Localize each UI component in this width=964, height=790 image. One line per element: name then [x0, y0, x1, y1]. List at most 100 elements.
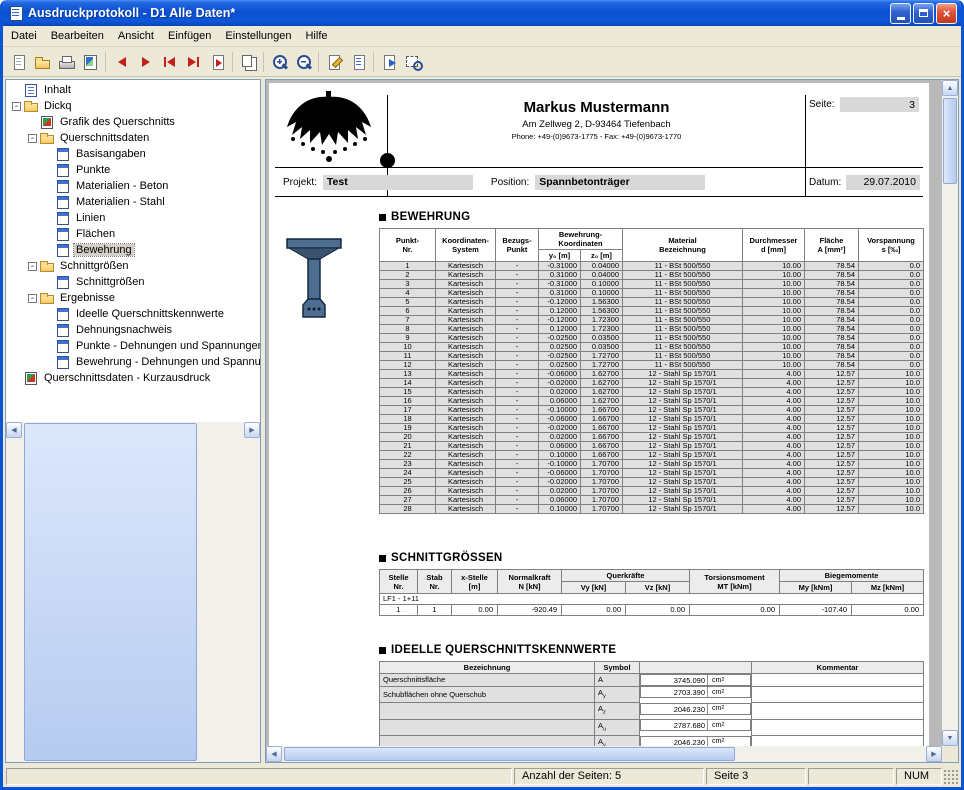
cell: 10 [380, 343, 436, 352]
cell: - [496, 451, 539, 460]
cell: 7 [380, 316, 436, 325]
cell: 0.12000 [539, 325, 581, 334]
preview-h-scrollbar[interactable]: ◀ ▶ [266, 746, 942, 762]
cell: 12 - Stahl Sp 1570/1 [623, 433, 743, 442]
preview-v-scrollbar[interactable]: ▲ ▼ [942, 80, 958, 746]
cell: Kartesisch [436, 406, 496, 415]
tree-item-basisangaben[interactable]: Basisangaben [6, 146, 260, 162]
tree-item-ergebnisse[interactable]: -Ergebnisse [6, 290, 260, 306]
page-prev-button[interactable] [109, 50, 133, 73]
tree-item-materialien-beton[interactable]: Materialien - Beton [6, 178, 260, 194]
cell: 4.00 [743, 487, 805, 496]
tree-item-querschnittsdaten-kurzausdruck[interactable]: Querschnittsdaten - Kurzausdruck [6, 370, 260, 386]
cell: 12 - Stahl Sp 1570/1 [623, 379, 743, 388]
cell: 11 - BSt 500/550 [623, 325, 743, 334]
tree-h-scrollbar[interactable]: ◀ ▶ [6, 422, 260, 762]
cell: - [496, 370, 539, 379]
cell: 10.00 [743, 325, 805, 334]
page-goto-button[interactable] [205, 50, 229, 73]
zoom-in-button[interactable] [267, 50, 291, 73]
scroll-right-button[interactable]: ▶ [926, 746, 942, 762]
menu-item-einstellungen[interactable]: Einstellungen [218, 27, 298, 45]
print-button[interactable] [54, 50, 78, 73]
scroll-left-button[interactable]: ◀ [6, 422, 22, 438]
tree-item-punkte[interactable]: Punkte [6, 162, 260, 178]
cell: 12.57 [805, 469, 859, 478]
tree-item-dickq[interactable]: -Dickq [6, 98, 260, 114]
cell: 12.57 [805, 424, 859, 433]
tree-item-bewehrung[interactable]: Bewehrung [6, 242, 260, 258]
zoom-window-button[interactable] [401, 50, 425, 73]
tree-item-ideelle-querschnittskennwerte[interactable]: Ideelle Querschnittskennwerte [6, 306, 260, 322]
cell: 1.72700 [581, 361, 623, 370]
title-bar[interactable]: Ausdruckprotokoll - D1 Alle Daten* × [3, 0, 961, 26]
page-overview-button[interactable] [236, 50, 260, 73]
menu-item-einfügen[interactable]: Einfügen [161, 27, 218, 45]
tree-item-linien[interactable]: Linien [6, 210, 260, 226]
cell: 1.62700 [581, 388, 623, 397]
page-first-button[interactable] [157, 50, 181, 73]
bewehrung-table: Punkt- Nr. Koordinaten- System Bezugs- P… [379, 228, 924, 514]
cell: 0.0 [859, 271, 924, 280]
tree-expander-icon[interactable]: - [28, 134, 37, 143]
tree-item-schnittgr-en[interactable]: -Schnittgrößen [6, 258, 260, 274]
cell: 17 [380, 406, 436, 415]
menu-item-datei[interactable]: Datei [4, 27, 44, 45]
tree-item-grafik-des-querschnitts[interactable]: Grafik des Querschnitts [6, 114, 260, 130]
scroll-track[interactable] [22, 422, 244, 762]
menu-item-bearbeiten[interactable]: Bearbeiten [44, 27, 111, 45]
tree-item-querschnittsdaten[interactable]: -Querschnittsdaten [6, 130, 260, 146]
tree-expander-icon[interactable]: - [28, 262, 37, 271]
new-document-button[interactable] [6, 50, 30, 73]
notes-button[interactable] [346, 50, 370, 73]
page-next-button[interactable] [133, 50, 157, 73]
cell: 4.00 [743, 478, 805, 487]
scroll-track[interactable] [282, 746, 926, 762]
minimize-button[interactable] [890, 3, 911, 24]
page-last-button[interactable] [181, 50, 205, 73]
scroll-down-button[interactable]: ▼ [942, 730, 958, 746]
cell: Kartesisch [436, 451, 496, 460]
cell: Kartesisch [436, 280, 496, 289]
main-area: Inhalt-DickqGrafik des Querschnitts-Quer… [3, 77, 961, 765]
tree-item-materialien-stahl[interactable]: Materialien - Stahl [6, 194, 260, 210]
tree-item-punkte-dehnungen-und-spannungen[interactable]: Punkte - Dehnungen und Spannungen [6, 338, 260, 354]
properties-button[interactable] [322, 50, 346, 73]
tree-expander-icon[interactable]: - [12, 102, 21, 111]
cell: 78.54 [805, 343, 859, 352]
menu-item-hilfe[interactable]: Hilfe [298, 27, 334, 45]
cell: 25 [380, 478, 436, 487]
bewehrung-table-body: 1Kartesisch--0.310000.0400011 - BSt 500/… [380, 262, 924, 514]
tree-item-schnittgr-en[interactable]: Schnittgrößen [6, 274, 260, 290]
scroll-up-button[interactable]: ▲ [942, 80, 958, 96]
scroll-thumb[interactable] [284, 747, 735, 761]
close-button[interactable]: × [936, 3, 957, 24]
tree-expander-icon[interactable]: - [28, 294, 37, 303]
tree-item-label: Flächen [74, 228, 117, 240]
open-folder-button[interactable] [30, 50, 54, 73]
tree-item-fl-chen[interactable]: Flächen [6, 226, 260, 242]
bewehrung-row: 19Kartesisch--0.020001.6670012 - Stahl S… [380, 424, 924, 433]
cell: Kartesisch [436, 478, 496, 487]
maximize-button[interactable] [913, 3, 934, 24]
resize-grip[interactable] [944, 768, 959, 785]
tree-item-dehnungsnachweis[interactable]: Dehnungsnachweis [6, 322, 260, 338]
cell: - [496, 343, 539, 352]
zoom-out-button[interactable] [291, 50, 315, 73]
scroll-thumb[interactable] [24, 423, 197, 761]
cell: 10.0 [859, 487, 924, 496]
tree-item-bewehrung-dehnungen-und-spannungen[interactable]: Bewehrung - Dehnungen und Spannungen [6, 354, 260, 370]
tree-item-label: Querschnittsdaten - Kurzausdruck [42, 372, 212, 384]
scroll-right-button[interactable]: ▶ [244, 422, 260, 438]
cell: - [496, 379, 539, 388]
graphic-view-button[interactable] [78, 50, 102, 73]
cell: 10.00 [743, 280, 805, 289]
scroll-left-button[interactable]: ◀ [266, 746, 282, 762]
menu-item-ansicht[interactable]: Ansicht [111, 27, 161, 45]
scroll-track[interactable] [942, 96, 958, 730]
tree-item-inhalt[interactable]: Inhalt [6, 82, 260, 98]
cell: 10.0 [859, 379, 924, 388]
scroll-thumb[interactable] [943, 98, 957, 184]
preview-area[interactable]: Markus Mustermann Am Zellweg 2, D-93464 … [266, 80, 942, 746]
export-button[interactable] [377, 50, 401, 73]
